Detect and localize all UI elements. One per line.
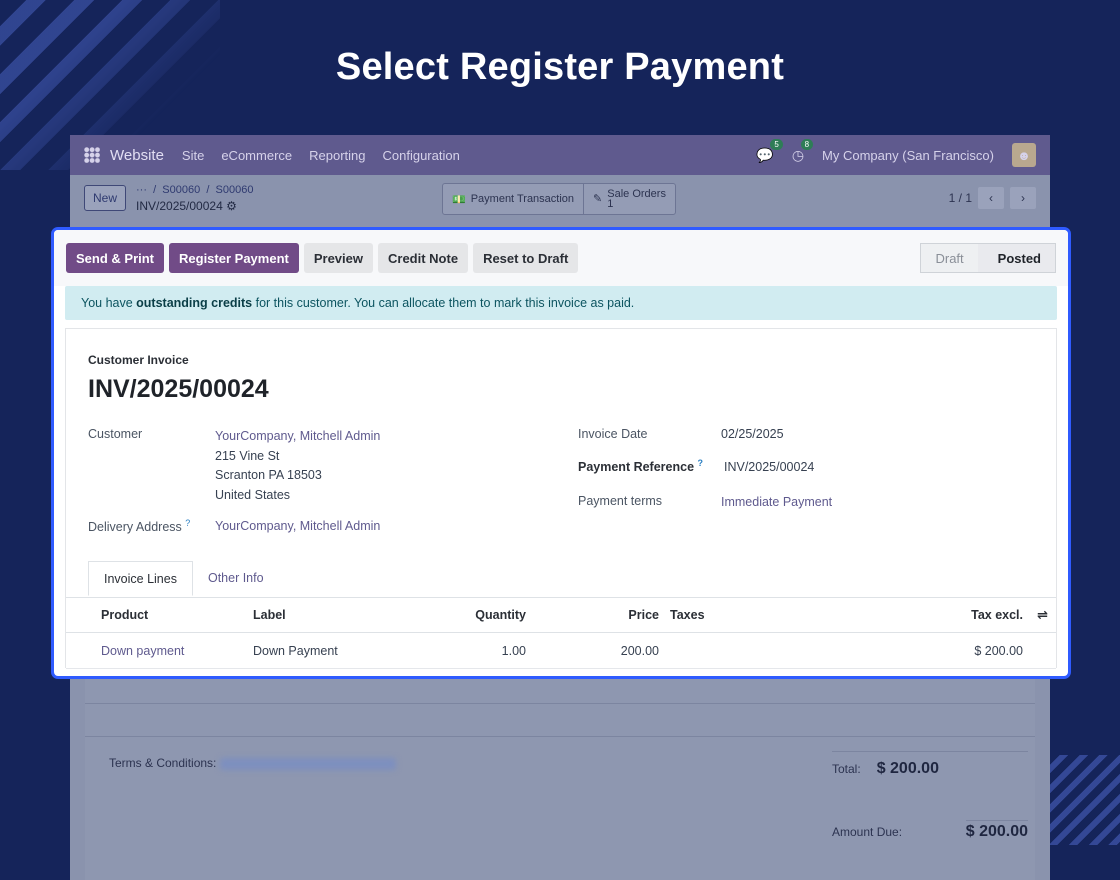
- payment-terms-value[interactable]: Immediate Payment: [721, 495, 832, 509]
- payment-terms-label: Payment terms: [578, 494, 663, 508]
- amount-due-value: $ 200.00: [965, 820, 1028, 841]
- address-line: Scranton PA 18503: [215, 468, 322, 482]
- invoice-date-label: Invoice Date: [578, 427, 648, 441]
- breadcrumb: ··· / S00060 / S00060 INV/2025/00024 ⚙: [136, 183, 254, 213]
- help-icon[interactable]: ?: [185, 518, 190, 528]
- messages-icon[interactable]: 💬 5: [756, 138, 783, 164]
- customer-link[interactable]: YourCompany, Mitchell Admin: [215, 427, 380, 447]
- smart-button-label: Sale Orders: [607, 188, 666, 200]
- divider: [85, 703, 1035, 704]
- row-label[interactable]: Down Payment: [253, 644, 338, 658]
- customer-label: Customer: [88, 427, 143, 441]
- outstanding-credits-link[interactable]: outstanding credits: [136, 296, 252, 310]
- control-panel: New ··· / S00060 / S00060 INV/2025/00024…: [70, 175, 1050, 221]
- smart-button-count: 1: [607, 198, 614, 210]
- new-button[interactable]: New: [84, 185, 127, 211]
- avatar[interactable]: ☻: [1012, 143, 1036, 167]
- address-line: United States: [215, 487, 291, 502]
- help-icon[interactable]: ?: [698, 458, 704, 468]
- breadcrumb-item[interactable]: S00060: [162, 184, 200, 196]
- terms-label: Terms & Conditions:: [109, 756, 217, 770]
- row-price[interactable]: 200.00: [621, 644, 659, 658]
- smart-button-label: Payment Transaction: [470, 193, 575, 205]
- status-posted[interactable]: Posted: [977, 243, 1056, 273]
- table-row[interactable]: Down payment Down Payment 1.00 200.00 $ …: [66, 633, 1056, 669]
- pager-previous-button[interactable]: ‹: [978, 187, 1004, 209]
- status-draft[interactable]: Draft: [920, 243, 986, 273]
- terms-conditions: Terms & Conditions:: [109, 756, 397, 770]
- preview-button[interactable]: Preview: [303, 243, 373, 273]
- total-label: Total:: [832, 762, 861, 776]
- document-type: Customer Invoice: [88, 353, 189, 367]
- company-switcher[interactable]: My Company (San Francisco): [822, 148, 994, 163]
- row-product[interactable]: Down payment: [101, 644, 184, 658]
- column-header-tax-excl[interactable]: Tax excl.: [971, 608, 1023, 622]
- table-header: Product Label Quantity Price Taxes Tax e…: [66, 598, 1056, 633]
- sale-orders-button[interactable]: ✎ Sale Orders 1: [583, 184, 675, 214]
- nav-item-site[interactable]: Site: [182, 148, 204, 163]
- gear-icon[interactable]: ⚙: [226, 199, 237, 213]
- page-title: Select Register Payment: [335, 46, 785, 88]
- pager-next-button[interactable]: ›: [1010, 187, 1036, 209]
- divider: [832, 751, 1028, 752]
- payment-transaction-button[interactable]: 💵 Payment Transaction: [443, 184, 583, 214]
- highlighted-invoice-panel: Send & Print Register Payment Preview Cr…: [51, 227, 1071, 679]
- alert-text: for this customer. You can allocate them…: [252, 296, 635, 310]
- notebook-tabs: Invoice Lines Other Info: [88, 561, 279, 596]
- pager-value[interactable]: 1 / 1: [949, 191, 972, 205]
- pager: 1 / 1 ‹ ›: [949, 187, 1036, 209]
- delivery-address-label-text: Delivery Address: [88, 520, 182, 535]
- smart-buttons: 💵 Payment Transaction ✎ Sale Orders 1: [442, 183, 676, 215]
- breadcrumb-item[interactable]: S00060: [216, 184, 254, 196]
- nav-item-ecommerce[interactable]: eCommerce: [221, 148, 292, 163]
- tab-other-info[interactable]: Other Info: [193, 561, 279, 596]
- row-quantity[interactable]: 1.00: [502, 644, 526, 658]
- delivery-address-link[interactable]: YourCompany, Mitchell Admin: [215, 519, 380, 533]
- nav-item-reporting[interactable]: Reporting: [309, 148, 365, 163]
- delivery-address-label: Delivery Address ?: [88, 518, 190, 534]
- action-bar: Send & Print Register Payment Preview Cr…: [54, 230, 1068, 286]
- payment-reference-label: Payment Reference ?: [578, 458, 703, 474]
- nav-item-configuration[interactable]: Configuration: [383, 148, 460, 163]
- tab-invoice-lines[interactable]: Invoice Lines: [88, 561, 193, 596]
- invoice-form-sheet: Customer Invoice INV/2025/00024 Customer…: [65, 328, 1057, 669]
- breadcrumb-dots[interactable]: ···: [136, 184, 147, 196]
- column-header-taxes[interactable]: Taxes: [670, 608, 705, 622]
- address-line: 215 Vine St: [215, 448, 280, 463]
- payment-reference-value[interactable]: INV/2025/00024: [724, 460, 814, 474]
- outstanding-credits-alert: You have outstanding credits for this cu…: [65, 286, 1057, 320]
- top-navbar: Website Site eCommerce Reporting Configu…: [70, 135, 1050, 175]
- row-tax-excl: $ 200.00: [974, 643, 1023, 658]
- divider: [85, 736, 1035, 737]
- customer-field[interactable]: YourCompany, Mitchell Admin 215 Vine St …: [215, 427, 380, 505]
- terms-link-blurred[interactable]: [220, 757, 397, 770]
- send-print-button[interactable]: Send & Print: [66, 243, 165, 273]
- column-header-price[interactable]: Price: [628, 608, 659, 622]
- column-settings-icon[interactable]: ⇌: [1037, 607, 1048, 623]
- money-icon: 💵: [452, 193, 466, 206]
- register-payment-button[interactable]: Register Payment: [169, 243, 299, 273]
- amount-due-label: Amount Due:: [832, 825, 903, 839]
- column-header-label[interactable]: Label: [253, 608, 286, 622]
- apps-grid-icon[interactable]: [84, 147, 100, 163]
- credit-note-button[interactable]: Credit Note: [378, 243, 469, 273]
- reset-to-draft-button[interactable]: Reset to Draft: [473, 243, 579, 273]
- payment-reference-label-text: Payment Reference: [578, 460, 695, 475]
- edit-icon: ✎: [593, 193, 603, 205]
- column-header-product[interactable]: Product: [101, 608, 148, 622]
- invoice-number: INV/2025/00024: [88, 375, 269, 403]
- totals-block: Total: $ 200.00 Amount Due: $ 200.00: [832, 751, 1028, 841]
- activities-icon[interactable]: ◷ 8: [792, 138, 814, 164]
- nav-brand[interactable]: Website: [110, 147, 164, 164]
- activities-badge: 8: [800, 138, 814, 150]
- status-bar: Draft Posted: [920, 243, 1056, 273]
- total-value: $ 200.00: [876, 760, 939, 777]
- record-name: INV/2025/00024: [136, 198, 223, 213]
- decorative-stripes: [1040, 755, 1120, 845]
- messages-badge: 5: [770, 138, 783, 150]
- alert-text: You have: [81, 296, 137, 310]
- invoice-date-value[interactable]: 02/25/2025: [721, 427, 784, 441]
- column-header-quantity[interactable]: Quantity: [475, 608, 526, 622]
